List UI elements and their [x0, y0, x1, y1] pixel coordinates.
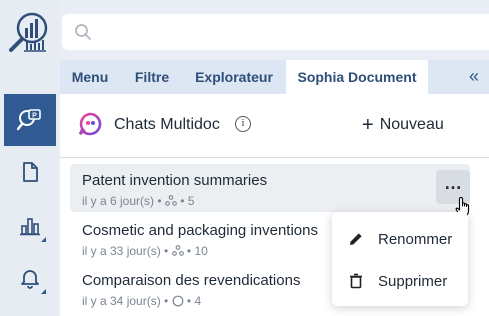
divider: [60, 157, 489, 158]
chat-date: il y a 6 jour(s) •: [82, 194, 165, 208]
delete-menu-item[interactable]: Supprimer: [332, 261, 468, 301]
rename-label: Renommer: [378, 230, 453, 248]
tab-bar: Menu Filtre Explorateur Sophia Document …: [60, 60, 489, 94]
collapse-panel-button[interactable]: «: [469, 60, 479, 94]
delete-label: Supprimer: [378, 272, 448, 290]
left-rail: P: [0, 0, 58, 316]
panel-title: Chats Multidoc: [114, 116, 220, 133]
expand-corner-icon: [41, 237, 46, 242]
rail-notifications-button[interactable]: [4, 252, 56, 304]
chat-meta: il y a 34 jour(s) • • 4: [82, 294, 202, 308]
nodes-icon: [165, 195, 177, 206]
trash-icon: [350, 273, 362, 289]
chat-title: Patent invention summaries: [82, 172, 268, 189]
svg-text:P: P: [32, 113, 37, 120]
rename-menu-item[interactable]: Renommer: [332, 219, 468, 259]
search-bar: [62, 14, 489, 50]
rail-chart-button[interactable]: [4, 200, 56, 252]
new-chat-label: Nouveau: [379, 116, 444, 133]
chat-list-item[interactable]: Patent invention summaries il y a 6 jour…: [70, 164, 470, 212]
tab-explorateur[interactable]: Explorateur: [184, 60, 284, 94]
chat-date: il y a 34 jour(s) •: [82, 294, 172, 308]
expand-corner-icon: [41, 289, 46, 294]
nodes-icon: [171, 245, 184, 256]
bar-chart-icon: [20, 218, 40, 236]
new-chat-button[interactable]: + Nouveau: [362, 114, 444, 137]
info-icon[interactable]: i: [235, 116, 251, 132]
search-input[interactable]: [100, 23, 484, 41]
rail-document-button[interactable]: [4, 146, 56, 198]
chat-doc-count: 10: [194, 244, 208, 258]
search-icon: [75, 24, 91, 40]
sophia-logo-icon: [78, 112, 102, 141]
plus-icon: +: [362, 114, 374, 136]
bell-icon: [21, 270, 39, 289]
pencil-icon: [350, 233, 362, 245]
tab-filtre[interactable]: Filtre: [122, 60, 182, 94]
chat-title: Cosmetic and packaging inventions: [82, 222, 318, 239]
document-icon: [23, 162, 38, 182]
chat-search-icon: P: [17, 109, 41, 131]
chat-meta: il y a 33 jour(s) • • 10: [82, 244, 208, 258]
tab-sophia-document[interactable]: Sophia Document: [286, 60, 428, 94]
rail-chat-search-button[interactable]: P: [4, 94, 56, 146]
circle-icon: [172, 295, 183, 307]
chat-doc-count: 5: [187, 194, 195, 208]
tab-menu[interactable]: Menu: [60, 60, 120, 94]
chat-date: il y a 33 jour(s) •: [82, 244, 172, 258]
chat-title: Comparaison des revendications: [82, 272, 301, 289]
app-logo-icon: [6, 10, 52, 56]
chat-doc-count: 4: [194, 294, 202, 308]
chat-meta: il y a 6 jour(s) • • 5: [82, 194, 195, 208]
context-menu: Renommer Supprimer: [332, 212, 468, 306]
